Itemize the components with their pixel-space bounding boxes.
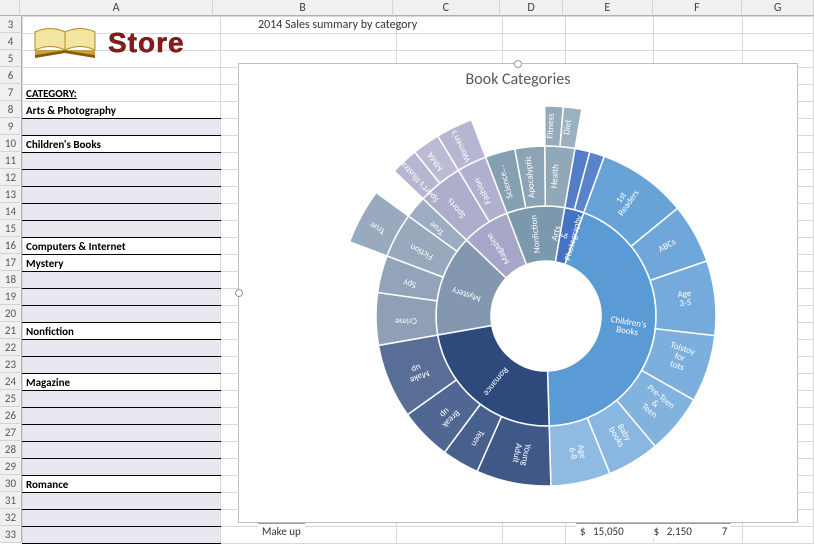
- row-header[interactable]: 23: [0, 356, 22, 373]
- cell[interactable]: [23, 187, 221, 204]
- row-header[interactable]: 22: [0, 339, 22, 356]
- col-header[interactable]: C: [393, 0, 501, 16]
- col-header[interactable]: G: [742, 0, 814, 16]
- row-header[interactable]: 16: [0, 237, 22, 254]
- cell[interactable]: [397, 34, 503, 51]
- row-header[interactable]: 33: [0, 526, 22, 543]
- book-icon: [30, 20, 100, 65]
- corner-cell: [0, 0, 20, 16]
- cell[interactable]: [23, 442, 221, 459]
- row-header[interactable]: 25: [0, 390, 22, 407]
- row-header[interactable]: 20: [0, 305, 22, 322]
- page-subtitle: 2014 Sales summary by category: [258, 18, 417, 32]
- cell[interactable]: [23, 357, 221, 374]
- row-header[interactable]: 5: [0, 50, 22, 67]
- cell[interactable]: Nonfiction: [23, 323, 221, 340]
- row-headers: 3456789101112131415161718192021222324252…: [0, 16, 22, 543]
- row-header[interactable]: 10: [0, 135, 22, 152]
- row-header[interactable]: 3: [0, 16, 22, 33]
- row-header[interactable]: 17: [0, 254, 22, 271]
- row-header[interactable]: 28: [0, 441, 22, 458]
- cell[interactable]: [23, 272, 221, 289]
- chart-center: [491, 261, 601, 371]
- row-header[interactable]: 9: [0, 118, 22, 135]
- cell[interactable]: [742, 34, 813, 51]
- row-header[interactable]: 14: [0, 203, 22, 220]
- cell[interactable]: [23, 153, 221, 170]
- row-header[interactable]: 26: [0, 407, 22, 424]
- row-header[interactable]: 15: [0, 220, 22, 237]
- cell[interactable]: [23, 408, 221, 425]
- cell[interactable]: Children's Books: [23, 136, 221, 153]
- row-header[interactable]: 6: [0, 67, 22, 84]
- row-header[interactable]: 11: [0, 152, 22, 169]
- cell[interactable]: [23, 459, 221, 476]
- row-header[interactable]: 12: [0, 169, 22, 186]
- cell[interactable]: [23, 204, 221, 221]
- cell[interactable]: [23, 340, 221, 357]
- row-header[interactable]: 4: [0, 33, 22, 50]
- cell[interactable]: [23, 289, 221, 306]
- col-header[interactable]: A: [20, 0, 214, 16]
- row-header[interactable]: 27: [0, 424, 22, 441]
- bottom-values-peek: $ 15,050 $ 2,150 7: [576, 523, 731, 539]
- cell[interactable]: [23, 170, 221, 187]
- cell[interactable]: [23, 119, 221, 136]
- store-logo: Store: [30, 20, 185, 65]
- cell[interactable]: [220, 34, 396, 51]
- col-header[interactable]: E: [563, 0, 653, 16]
- row-header[interactable]: 13: [0, 186, 22, 203]
- col-header[interactable]: B: [213, 0, 392, 16]
- cell[interactable]: [23, 527, 221, 544]
- cell[interactable]: [23, 68, 221, 85]
- cell[interactable]: [565, 34, 654, 51]
- cell[interactable]: [503, 17, 565, 34]
- row-header[interactable]: 19: [0, 288, 22, 305]
- cell[interactable]: Romance: [23, 476, 221, 493]
- cell[interactable]: [23, 493, 221, 510]
- cell[interactable]: CATEGORY:: [23, 85, 221, 102]
- row-header[interactable]: 32: [0, 509, 22, 526]
- row-header[interactable]: 30: [0, 475, 22, 492]
- row-header[interactable]: 24: [0, 373, 22, 390]
- row-header[interactable]: 8: [0, 101, 22, 118]
- row-header[interactable]: 21: [0, 322, 22, 339]
- cell[interactable]: [742, 17, 813, 34]
- svg-text:Health: Health: [548, 163, 561, 188]
- row-header[interactable]: 31: [0, 492, 22, 509]
- resize-handle[interactable]: [514, 60, 522, 68]
- bottom-cell-peek: Make up: [258, 523, 305, 539]
- cell[interactable]: [23, 306, 221, 323]
- cell[interactable]: Mystery: [23, 255, 221, 272]
- row-header[interactable]: 7: [0, 84, 22, 101]
- svg-text:Crime: Crime: [395, 315, 417, 326]
- row-header[interactable]: 29: [0, 458, 22, 475]
- chart-object[interactable]: Book Categories Children'sBooks1stReader…: [238, 63, 798, 523]
- cell[interactable]: [23, 425, 221, 442]
- cell[interactable]: [23, 391, 221, 408]
- cell[interactable]: Arts & Photography: [23, 102, 221, 119]
- cell[interactable]: [654, 34, 743, 51]
- resize-handle[interactable]: [235, 289, 243, 297]
- cell[interactable]: Magazine: [23, 374, 221, 391]
- svg-text:Diet: Diet: [561, 119, 574, 135]
- row-header[interactable]: 18: [0, 271, 22, 288]
- col-header[interactable]: F: [653, 0, 743, 16]
- col-header[interactable]: D: [500, 0, 563, 16]
- cell[interactable]: [23, 510, 221, 527]
- cell[interactable]: Computers & Internet: [23, 238, 221, 255]
- cell[interactable]: [503, 34, 565, 51]
- column-headers: A B C D E F G: [0, 0, 814, 16]
- chart-title[interactable]: Book Categories: [239, 70, 797, 89]
- cell[interactable]: [565, 17, 654, 34]
- svg-text:Fitness: Fitness: [545, 113, 557, 139]
- sunburst-chart[interactable]: Children'sBooks1stReadersABCsAge3-5Tolst…: [306, 96, 786, 536]
- cell[interactable]: [654, 17, 743, 34]
- cell[interactable]: [23, 221, 221, 238]
- store-label: Store: [108, 27, 185, 59]
- svg-text:Age3-5: Age3-5: [677, 288, 693, 309]
